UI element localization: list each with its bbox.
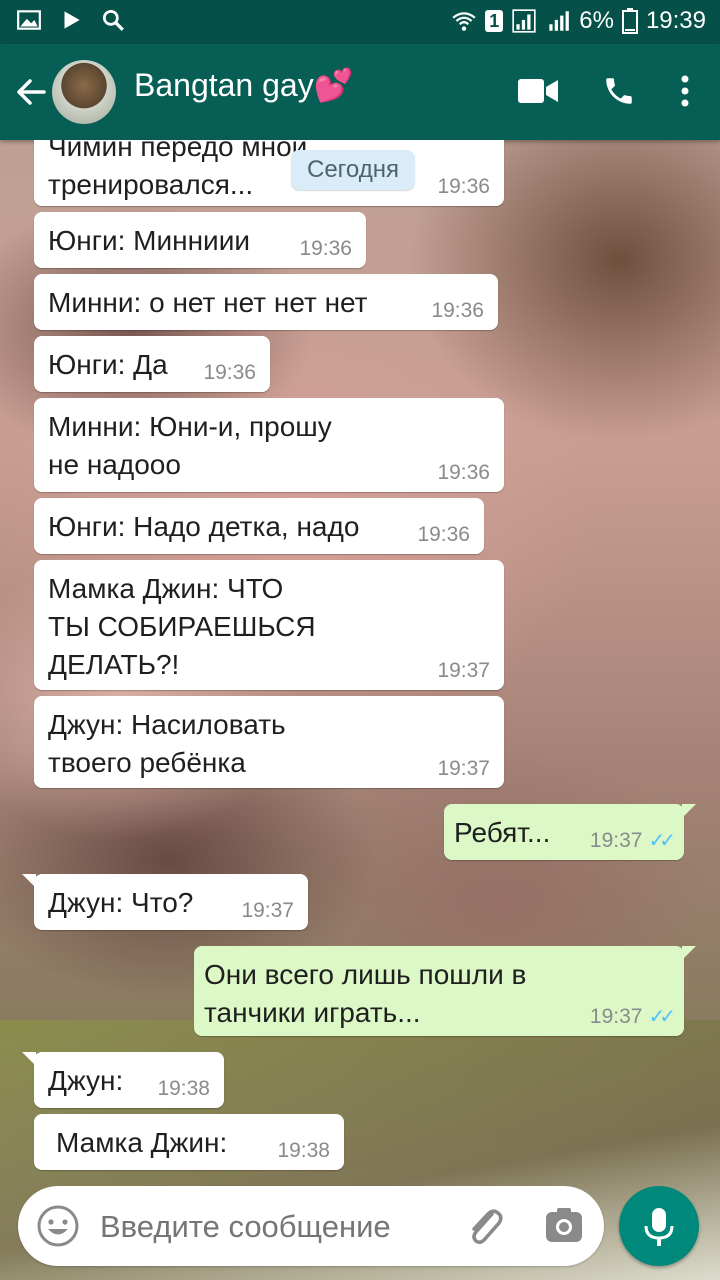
phone-icon[interactable] — [602, 74, 636, 108]
message-time: 19:36 — [203, 361, 256, 384]
sim-badge: 1 — [485, 10, 504, 32]
battery-percent: 6% — [579, 7, 614, 34]
message-bubble[interactable]: Чимин передо мной тренировался... 19:36 — [34, 140, 504, 206]
attach-icon[interactable] — [464, 1204, 506, 1248]
message-text: тренировался... — [48, 169, 254, 200]
message-bubble[interactable]: Юнги: Да 19:36 — [34, 336, 270, 392]
mic-icon — [644, 1208, 674, 1246]
message-time: 19:38 — [277, 1139, 330, 1162]
message-text: ТЫ СОБИРАЕШЬСЯ — [48, 611, 316, 642]
message-bubble-outgoing[interactable]: Они всего лишь пошли в танчики играть...… — [194, 946, 696, 1036]
message-text: не надооо — [48, 449, 181, 480]
signal-icon — [549, 11, 570, 31]
bubble-tail — [682, 804, 696, 818]
message-text: Мамка Джин: ЧТО — [48, 573, 284, 604]
message-text: ДЕЛАТЬ?! — [48, 649, 180, 680]
search-icon — [102, 9, 124, 31]
message-bubble[interactable]: Джун: Что? 19:37 — [22, 874, 308, 930]
message-time: 19:36 — [437, 461, 490, 484]
message-time: 19:37 — [589, 1005, 643, 1028]
message-time: 19:37 — [437, 757, 490, 780]
bubble-tail — [22, 1052, 36, 1066]
read-ticks-icon: ✓✓ — [648, 1006, 675, 1028]
message-text: твоего ребёнка — [48, 747, 246, 778]
wifi-icon — [452, 12, 476, 31]
message-composer[interactable] — [18, 1186, 604, 1266]
message-bubble[interactable]: Мамка Джин: ЧТО ТЫ СОБИРАЕШЬСЯ ДЕЛАТЬ?! … — [34, 560, 504, 690]
message-text: Джун: Насиловать — [48, 709, 286, 740]
message-time: 19:36 — [437, 175, 490, 198]
message-time: 19:37 — [241, 899, 294, 922]
message-bubble[interactable]: Минни: Юни-и, прошу не надооо 19:36 — [34, 398, 504, 492]
play-icon — [64, 11, 80, 29]
message-text: Они всего лишь пошли в — [204, 959, 527, 990]
more-vert-icon[interactable] — [680, 75, 690, 107]
date-chip: Сегодня — [291, 150, 415, 190]
message-status: 19:37 ✓✓ — [589, 1005, 676, 1029]
status-time: 19:39 — [645, 7, 706, 34]
bubble-tail — [682, 946, 696, 960]
battery-icon — [621, 8, 638, 34]
message-text: Чимин передо мной — [48, 140, 308, 162]
read-ticks-icon: ✓✓ — [648, 830, 675, 852]
message-bubble[interactable]: Джун: 19:38 — [22, 1052, 224, 1108]
message-bubble[interactable]: Юнги: Минниии 19:36 — [34, 212, 366, 268]
message-time: 19:36 — [299, 237, 352, 260]
chat-title[interactable]: Bangtan gay💕 — [134, 66, 354, 104]
signal-icon — [512, 9, 536, 33]
message-text: Минни: о нет нет нет нет — [48, 287, 368, 318]
bubble-tail — [22, 874, 36, 888]
emoji-icon[interactable] — [36, 1204, 80, 1248]
message-time: 19:38 — [157, 1077, 210, 1100]
message-bubble-outgoing[interactable]: Ребят... 19:37 ✓✓ — [444, 804, 696, 860]
mic-button[interactable] — [619, 1186, 699, 1266]
message-bubble[interactable]: Джун: Насиловать твоего ребёнка 19:37 — [34, 696, 504, 788]
message-bubble[interactable]: Юнги: Надо детка, надо 19:36 — [34, 498, 484, 554]
video-call-icon[interactable] — [518, 77, 558, 105]
chat-header: Bangtan gay💕 — [0, 44, 720, 140]
group-avatar[interactable] — [52, 60, 116, 124]
message-time: 19:37 — [589, 829, 643, 852]
message-time: 19:36 — [431, 299, 484, 322]
message-status: 19:37 ✓✓ — [589, 829, 676, 853]
camera-icon[interactable] — [544, 1206, 584, 1246]
back-arrow-icon[interactable] — [14, 72, 48, 112]
message-bubble[interactable]: Минни: о нет нет нет нет 19:36 — [34, 274, 498, 330]
message-text: Минни: Юни-и, прошу — [48, 411, 332, 442]
message-time: 19:36 — [417, 523, 470, 546]
message-time: 19:37 — [437, 659, 490, 682]
status-bar: 1 6% 19:39 — [0, 0, 720, 44]
message-text: Юнги: Надо детка, надо — [48, 511, 360, 542]
message-bubble[interactable]: Мамка Джин: 19:38 — [34, 1114, 344, 1170]
message-list[interactable]: Чимин передо мной тренировался... 19:36 … — [0, 140, 720, 1180]
message-input[interactable] — [98, 1202, 452, 1252]
gallery-icon — [17, 10, 41, 30]
